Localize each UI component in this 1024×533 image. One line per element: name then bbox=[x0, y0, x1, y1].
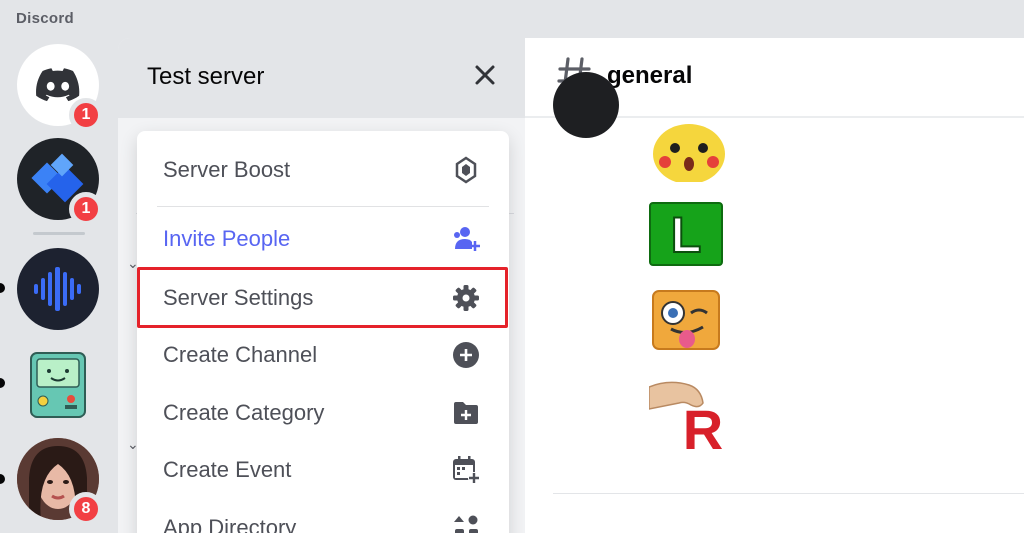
chat-area: general L R bbox=[525, 38, 1024, 533]
hand-r-emoji: R bbox=[648, 379, 729, 461]
close-icon[interactable] bbox=[470, 60, 500, 90]
unread-indicator bbox=[0, 474, 5, 484]
menu-item-label: App Directory bbox=[163, 515, 297, 533]
bmo-icon bbox=[17, 343, 99, 425]
folder-plus-icon bbox=[451, 398, 481, 428]
menu-item-label: Server Boost bbox=[163, 157, 291, 182]
menu-item-label: Create Event bbox=[163, 457, 292, 482]
menu-item-label: Server Settings bbox=[163, 285, 314, 310]
menu-item-invite-people[interactable]: Invite People bbox=[137, 211, 509, 267]
message-avatar[interactable] bbox=[553, 72, 619, 138]
server-waveform[interactable] bbox=[17, 248, 99, 330]
server-direct-messages[interactable]: 1 bbox=[17, 44, 103, 132]
channel-name: general bbox=[607, 62, 693, 89]
server-dropdown-menu: Server Boost Invite People Server Settin… bbox=[137, 131, 509, 533]
letter-r-text: R bbox=[683, 398, 723, 451]
rail-separator bbox=[33, 232, 85, 235]
unread-indicator bbox=[0, 378, 5, 388]
letter-l-text: L bbox=[671, 207, 702, 263]
server-rail: 1 1 8 bbox=[0, 38, 118, 533]
calendar-plus-icon bbox=[451, 455, 481, 485]
menu-item-server-settings[interactable]: Server Settings bbox=[137, 270, 509, 326]
notification-badge: 8 bbox=[69, 492, 103, 526]
server-blue-diamond[interactable]: 1 bbox=[17, 138, 103, 226]
menu-item-create-channel[interactable]: Create Channel bbox=[137, 327, 509, 383]
boost-icon bbox=[451, 155, 481, 185]
server-bmo[interactable] bbox=[17, 343, 99, 425]
add-person-icon bbox=[451, 224, 481, 254]
server-header[interactable]: Test server bbox=[118, 38, 525, 118]
plus-circle-icon bbox=[451, 340, 481, 370]
menu-item-label: Invite People bbox=[163, 226, 291, 251]
message-divider bbox=[553, 493, 1024, 494]
server-name: Test server bbox=[147, 63, 265, 90]
letter-l-emoji: L bbox=[649, 202, 723, 266]
menu-item-create-category[interactable]: Create Category bbox=[137, 385, 509, 441]
app-title: Discord bbox=[16, 10, 74, 27]
menu-item-server-boost[interactable]: Server Boost bbox=[137, 142, 509, 198]
apps-icon bbox=[451, 513, 481, 533]
notification-badge: 1 bbox=[69, 192, 103, 226]
unread-indicator bbox=[0, 283, 5, 293]
pikachu-emoji bbox=[649, 118, 727, 184]
title-bar: Discord bbox=[0, 0, 1024, 38]
waveform-icon bbox=[17, 248, 99, 330]
notification-badge: 1 bbox=[69, 98, 103, 132]
menu-item-label: Create Channel bbox=[163, 342, 318, 367]
gear-icon bbox=[451, 283, 481, 313]
menu-divider bbox=[157, 206, 489, 207]
menu-item-label: Create Category bbox=[163, 400, 325, 425]
menu-item-app-directory[interactable]: App Directory bbox=[137, 500, 509, 533]
menu-item-create-event[interactable]: Create Event bbox=[137, 442, 509, 498]
winking-face-emoji bbox=[649, 289, 723, 353]
server-portrait[interactable]: 8 bbox=[17, 438, 103, 526]
